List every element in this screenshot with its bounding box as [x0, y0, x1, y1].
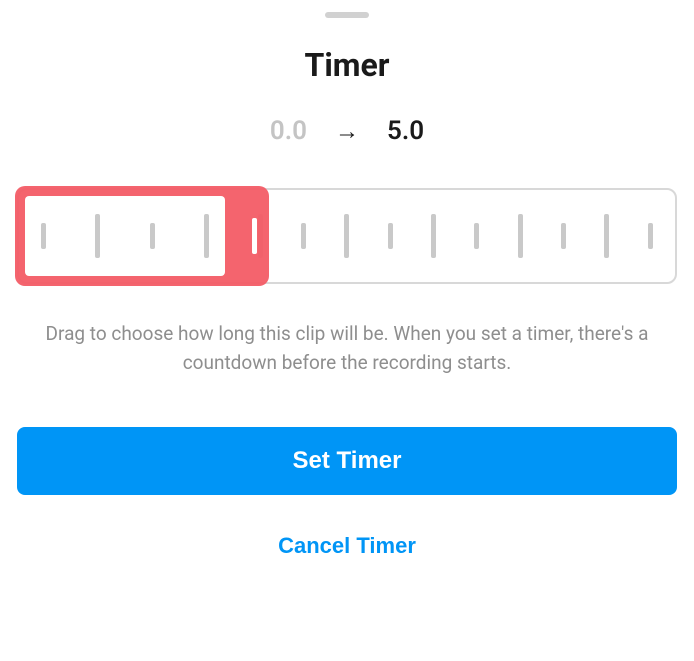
tick-mark [41, 223, 46, 249]
selection-inner [25, 196, 225, 276]
tick-mark [648, 223, 653, 249]
tick-mark [518, 214, 523, 258]
description-text: Drag to choose how long this clip will b… [28, 320, 666, 377]
time-end-value: 5.0 [387, 116, 424, 146]
set-timer-button[interactable]: Set Timer [17, 427, 677, 495]
page-title: Timer [0, 46, 694, 84]
time-range-display: 0.0 → 5.0 [0, 116, 694, 146]
time-start-value: 0.0 [270, 116, 307, 146]
tick-mark [474, 223, 479, 249]
tick-mark [150, 223, 155, 249]
tick-mark [431, 214, 436, 258]
arrow-right-icon: → [335, 117, 359, 146]
tick-mark [604, 214, 609, 258]
sheet-drag-handle[interactable] [325, 12, 369, 18]
tick-mark [204, 214, 209, 258]
slider-handle[interactable] [252, 218, 257, 254]
cancel-timer-button[interactable]: Cancel Timer [268, 523, 426, 569]
tick-mark [344, 214, 349, 258]
selection-ticks [41, 214, 209, 258]
timer-slider[interactable] [17, 188, 677, 284]
tick-mark [95, 214, 100, 258]
tick-mark [388, 223, 393, 249]
slider-selection[interactable] [15, 186, 269, 286]
tick-mark [561, 223, 566, 249]
tick-mark [301, 223, 306, 249]
